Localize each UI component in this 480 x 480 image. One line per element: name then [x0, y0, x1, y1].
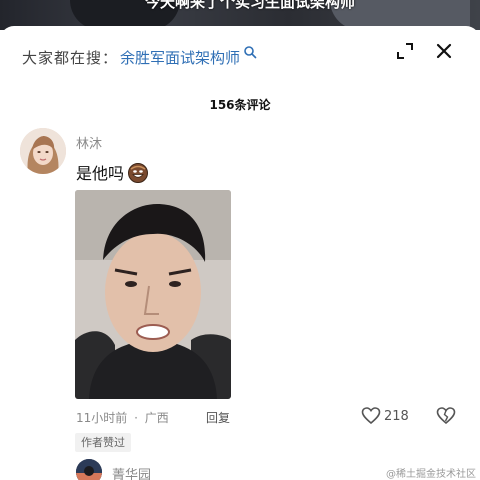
search-suggestion[interactable]: 大家都在搜： 余胜军面试架构师 — [22, 46, 257, 68]
comment-location: 广西 — [144, 411, 169, 425]
expand-icon[interactable] — [395, 41, 415, 61]
search-prefix-label: 大家都在搜： — [22, 48, 119, 67]
watermark: @稀土掘金技术社区 — [386, 469, 476, 480]
meta-separator: · — [134, 411, 138, 425]
like-button[interactable]: 218 — [361, 406, 409, 426]
avatar[interactable] — [20, 128, 66, 174]
comments-screen: 今天啊来了个实习生面试架构师 大家都在搜： 余胜军面试架构师 156条评论 林沐… — [0, 0, 480, 480]
close-icon[interactable] — [434, 41, 454, 61]
comment-photo — [75, 190, 231, 399]
reply-button[interactable]: 回复 — [206, 409, 230, 426]
avatar-image — [76, 459, 102, 480]
search-term-link[interactable]: 余胜军面试架构师 — [120, 47, 240, 68]
author-liked-badge: 作者赞过 — [75, 433, 131, 452]
comment-meta: 11小时前 · 广西 — [76, 409, 169, 426]
search-icon — [244, 46, 257, 59]
comments-sheet: 大家都在搜： 余胜军面试架构师 156条评论 林沐 是他吗 11小时前 · 广西… — [0, 26, 480, 480]
comment-time: 11小时前 — [76, 411, 128, 425]
comment-body: 是他吗 — [76, 160, 149, 184]
like-count: 218 — [384, 408, 409, 424]
comment-text: 是他吗 — [76, 164, 125, 183]
heart-icon — [361, 407, 381, 425]
avatar[interactable] — [76, 459, 102, 480]
avatar-image — [20, 128, 66, 174]
broken-heart-icon[interactable] — [436, 406, 456, 426]
video-caption: 今天啊来了个实习生面试架构师 — [144, 0, 355, 11]
comment-image[interactable] — [75, 190, 231, 399]
comment-author[interactable]: 林沐 — [76, 133, 102, 152]
comment-count-title: 156条评论 — [209, 98, 271, 112]
comment-author[interactable]: 菁华园 — [112, 464, 151, 480]
laughing-face-emoji-icon — [128, 163, 149, 183]
